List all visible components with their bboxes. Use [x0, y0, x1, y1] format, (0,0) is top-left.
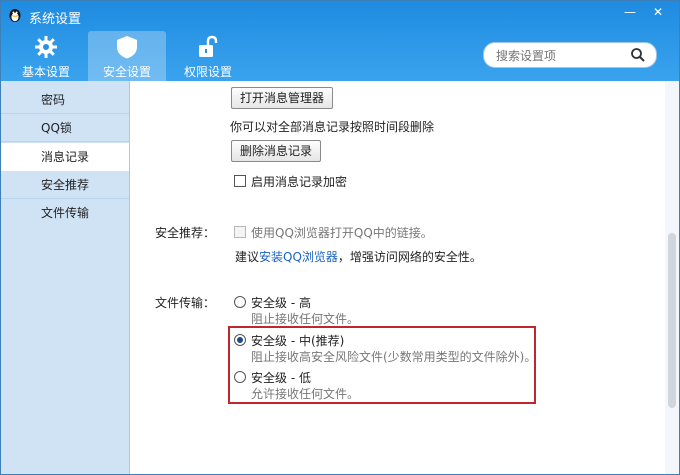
title-bar: 系统设置 — ✕	[1, 1, 679, 31]
window-title: 系统设置	[29, 12, 82, 27]
suggest-suffix: ，增强访问网络的安全性。	[337, 250, 482, 264]
settings-window: 系统设置 — ✕ 基本设置 安全设置 权限设置 搜索设置项 密码 QQ锁 消息记…	[0, 0, 680, 475]
sidebar-item-qq-lock[interactable]: QQ锁	[1, 114, 129, 142]
highlight-box	[228, 326, 536, 404]
tab-label: 权限设置	[183, 65, 232, 79]
gear-icon	[35, 36, 57, 58]
tab-label: 基本设置	[21, 65, 70, 79]
lock-icon	[199, 35, 218, 57]
encrypt-label: 启用消息记录加密	[251, 175, 348, 189]
delete-message-record-button[interactable]: 删除消息记录	[231, 140, 322, 162]
scroll-thumb[interactable]	[668, 233, 676, 408]
tab-basic-settings[interactable]: 基本设置	[7, 31, 85, 81]
suggest-prefix: 建议	[235, 250, 260, 264]
sidebar: 密码 QQ锁 消息记录 安全推荐 文件传输	[1, 81, 130, 474]
security-level-high-title: 安全级 - 高	[251, 296, 311, 310]
vertical-scrollbar[interactable]	[665, 81, 679, 474]
search-box[interactable]	[483, 42, 657, 68]
search-icon[interactable]	[630, 47, 646, 63]
security-recommend-label: 安全推荐：	[155, 226, 216, 240]
qq-browser-checkbox-label: 使用QQ浏览器打开QQ中的链接。	[251, 226, 433, 240]
sidebar-item-password[interactable]: 密码	[1, 86, 129, 114]
security-level-high-desc: 阻止接收任何文件。	[251, 312, 360, 326]
header: 系统设置 — ✕ 基本设置 安全设置 权限设置 搜索设置项	[1, 1, 679, 81]
close-button[interactable]: ✕	[646, 3, 670, 21]
sidebar-item-message-record[interactable]: 消息记录	[1, 143, 129, 171]
encrypt-checkbox[interactable]	[234, 175, 246, 187]
delete-hint-text: 你可以对全部消息记录按照时间段删除	[230, 120, 435, 134]
security-level-high-radio[interactable]	[234, 296, 246, 308]
tab-permission-settings[interactable]: 权限设置	[169, 31, 247, 81]
qq-browser-checkbox[interactable]	[234, 226, 246, 238]
tab-security-settings[interactable]: 安全设置	[88, 31, 166, 81]
sidebar-item-file-transfer[interactable]: 文件传输	[1, 199, 129, 227]
browser-suggest-text: 建议安装QQ浏览器，增强访问网络的安全性。	[235, 248, 482, 265]
file-transfer-label: 文件传输：	[155, 296, 216, 310]
qq-penguin-icon	[9, 9, 21, 22]
minimize-button[interactable]: —	[618, 3, 642, 21]
tab-label: 安全设置	[102, 65, 151, 79]
shield-icon	[117, 36, 137, 59]
open-message-manager-button[interactable]: 打开消息管理器	[231, 87, 334, 109]
search-input[interactable]	[494, 46, 628, 66]
sidebar-item-security-recommend[interactable]: 安全推荐	[1, 171, 129, 199]
install-qq-browser-link[interactable]: 安装QQ浏览器	[259, 250, 338, 264]
settings-content: 打开消息管理器 你可以对全部消息记录按照时间段删除 删除消息记录 启用消息记录加…	[130, 81, 679, 474]
